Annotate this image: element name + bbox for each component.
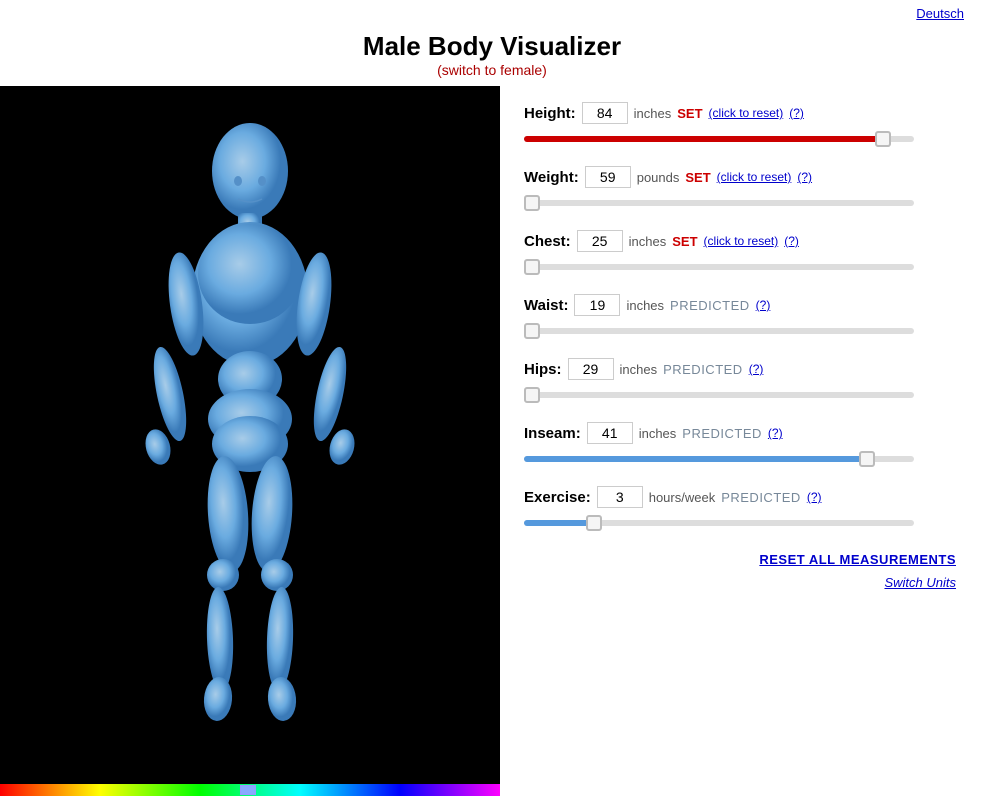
switch-units-button[interactable]: Switch Units [884, 575, 956, 590]
waist-unit: inches [626, 298, 664, 313]
hips-unit: inches [620, 362, 658, 377]
exercise-slider[interactable] [524, 514, 914, 532]
hips-input[interactable] [568, 358, 614, 380]
chest-reset-link[interactable]: (click to reset) [704, 234, 779, 248]
inseam-unit: inches [639, 426, 677, 441]
waist-label: Waist: [524, 297, 568, 314]
inseam-control: Inseam: inches PREDICTED (?) [524, 422, 960, 468]
inseam-label: Inseam: [524, 425, 581, 442]
height-help-link[interactable]: (?) [789, 106, 804, 120]
hips-help-link[interactable]: (?) [749, 362, 764, 376]
chest-slider[interactable] [524, 258, 914, 276]
inseam-help-link[interactable]: (?) [768, 426, 783, 440]
color-spectrum-bar[interactable] [0, 784, 500, 796]
language-link[interactable]: Deutsch [916, 6, 964, 21]
height-slider[interactable] [524, 130, 914, 148]
chest-unit: inches [629, 234, 667, 249]
weight-input[interactable] [585, 166, 631, 188]
height-set-btn[interactable]: SET [677, 106, 702, 121]
exercise-predicted: PREDICTED [721, 490, 801, 505]
exercise-control: Exercise: hours/week PREDICTED (?) [524, 486, 960, 532]
waist-predicted: PREDICTED [670, 298, 750, 313]
weight-reset-link[interactable]: (click to reset) [717, 170, 792, 184]
color-bar-thumb[interactable] [240, 785, 256, 795]
waist-input[interactable] [574, 294, 620, 316]
weight-help-link[interactable]: (?) [797, 170, 812, 184]
height-input[interactable] [582, 102, 628, 124]
height-label: Height: [524, 105, 576, 122]
chest-help-link[interactable]: (?) [784, 234, 799, 248]
waist-control: Waist: inches PREDICTED (?) [524, 294, 960, 340]
waist-help-link[interactable]: (?) [756, 298, 771, 312]
controls-panel: Height: inches SET (click to reset) (?) … [500, 86, 984, 796]
chest-set-btn[interactable]: SET [672, 234, 697, 249]
weight-slider[interactable] [524, 194, 914, 212]
height-unit: inches [634, 106, 672, 121]
inseam-input[interactable] [587, 422, 633, 444]
waist-slider[interactable] [524, 322, 914, 340]
reset-all-button[interactable]: RESET ALL MEASUREMENTS [759, 552, 956, 567]
inseam-slider[interactable] [524, 450, 914, 468]
hips-predicted: PREDICTED [663, 362, 743, 377]
hips-label: Hips: [524, 361, 562, 378]
inseam-predicted: PREDICTED [682, 426, 762, 441]
hips-control: Hips: inches PREDICTED (?) [524, 358, 960, 404]
chest-input[interactable] [577, 230, 623, 252]
body-visualizer [0, 86, 500, 796]
exercise-help-link[interactable]: (?) [807, 490, 822, 504]
exercise-input[interactable] [597, 486, 643, 508]
weight-label: Weight: [524, 169, 579, 186]
weight-unit: pounds [637, 170, 680, 185]
chest-label: Chest: [524, 233, 571, 250]
height-reset-link[interactable]: (click to reset) [709, 106, 784, 120]
page-title: Male Body Visualizer [0, 31, 984, 62]
exercise-label: Exercise: [524, 489, 591, 506]
switch-gender-link[interactable]: (switch to female) [437, 62, 547, 78]
weight-set-btn[interactable]: SET [685, 170, 710, 185]
height-control: Height: inches SET (click to reset) (?) [524, 102, 960, 148]
weight-control: Weight: pounds SET (click to reset) (?) [524, 166, 960, 212]
exercise-unit: hours/week [649, 490, 715, 505]
hips-slider[interactable] [524, 386, 914, 404]
chest-control: Chest: inches SET (click to reset) (?) [524, 230, 960, 276]
bottom-actions: RESET ALL MEASUREMENTS Switch Units [524, 552, 960, 590]
body-figure [110, 109, 390, 759]
